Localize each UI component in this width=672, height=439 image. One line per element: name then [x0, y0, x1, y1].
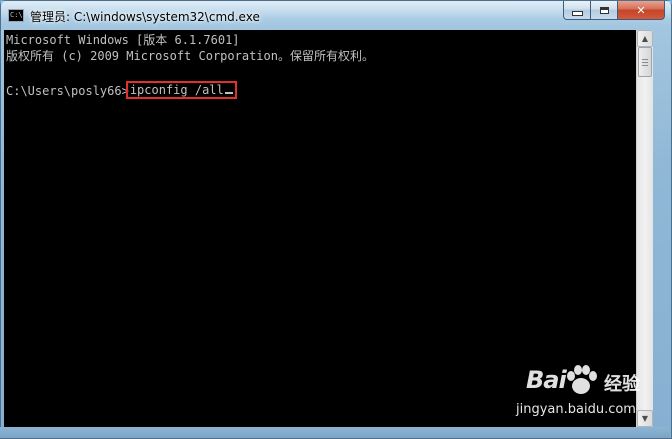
- text-cursor: [224, 92, 233, 94]
- scroll-down-arrow-icon[interactable]: ▼: [637, 410, 653, 427]
- close-icon: ✕: [636, 3, 646, 17]
- thumb-grip: [642, 59, 648, 60]
- maximize-icon: [599, 6, 609, 14]
- thumb-grip: [642, 62, 648, 63]
- console-prompt-line[interactable]: C:\Users\posly66>ipconfig /all: [6, 81, 237, 100]
- console-line-copyright: 版权所有 (c) 2009 Microsoft Corporation。保留所有…: [6, 49, 374, 63]
- console-icon[interactable]: C:\: [8, 9, 24, 22]
- command-highlight: ipconfig /all: [125, 81, 237, 99]
- scrollbar-thumb[interactable]: [638, 47, 652, 77]
- minimize-icon: [571, 10, 583, 16]
- window-title: 管理员: C:\windows\system32\cmd.exe: [30, 10, 260, 24]
- console-command: ipconfig /all: [129, 83, 224, 97]
- console-line-version: Microsoft Windows [版本 6.1.7601]: [6, 33, 240, 47]
- close-button[interactable]: ✕: [618, 1, 665, 20]
- vertical-scrollbar[interactable]: ▲ ▼: [636, 30, 653, 427]
- window-bottom-frame: [0, 427, 670, 438]
- thumb-grip: [642, 65, 648, 66]
- caption-buttons: ✕: [563, 1, 665, 20]
- console-output[interactable]: Microsoft Windows [版本 6.1.7601] 版权所有 (c)…: [4, 30, 636, 427]
- console-prompt: C:\Users\posly66>: [6, 84, 129, 98]
- scroll-up-arrow-icon[interactable]: ▲: [637, 30, 653, 47]
- minimize-button[interactable]: [563, 1, 591, 20]
- maximize-button[interactable]: [591, 1, 618, 20]
